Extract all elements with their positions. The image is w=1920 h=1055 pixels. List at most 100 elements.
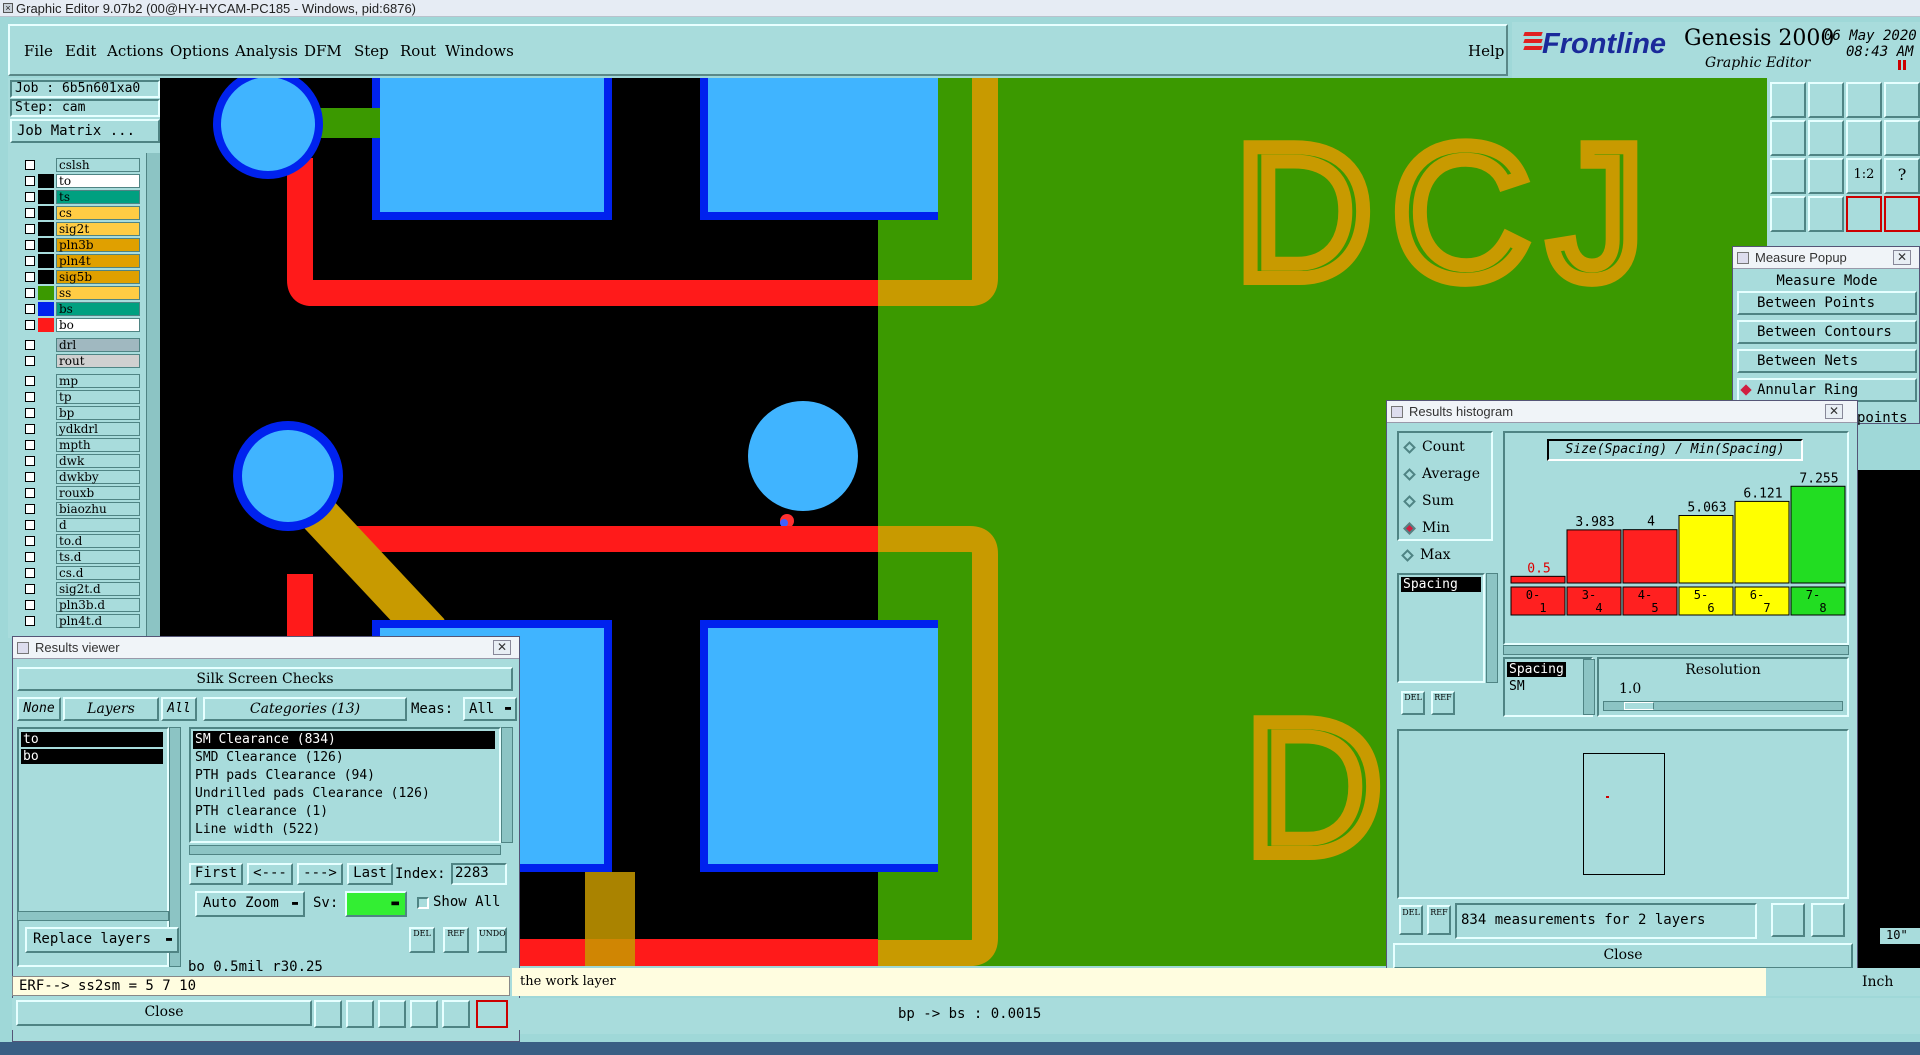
menu-analysis[interactable]: Analysis — [235, 42, 298, 60]
layer-row[interactable]: ss — [22, 286, 140, 300]
layer-row[interactable]: to — [22, 174, 140, 188]
window-icon[interactable] — [1884, 82, 1920, 118]
layer-row[interactable]: bp — [22, 406, 140, 420]
category-list[interactable]: SM Clearance (834) SMD Clearance (126) P… — [189, 727, 501, 843]
layer-checkbox[interactable] — [25, 376, 35, 386]
redo-icon[interactable] — [1846, 120, 1882, 156]
histogram-bar[interactable] — [1622, 529, 1678, 584]
menu-help[interactable]: Help — [1468, 42, 1504, 60]
report-icon[interactable] — [442, 1000, 470, 1028]
layer-checkbox[interactable] — [25, 256, 35, 266]
layer-row[interactable]: cs.d — [22, 566, 140, 580]
scale-1-2-icon[interactable]: 1:2 — [1846, 158, 1882, 194]
list-item[interactable]: Undrilled pads Clearance (126) — [191, 785, 499, 803]
mode-between-points[interactable]: Between Points — [1737, 291, 1917, 315]
mode-annular-ring[interactable]: Annular Ring — [1737, 378, 1917, 402]
histogram-bar[interactable] — [1510, 575, 1566, 584]
layer-row[interactable]: ydkdrl — [22, 422, 140, 436]
layer-checkbox[interactable] — [25, 288, 35, 298]
list-item[interactable]: to — [21, 732, 163, 747]
option-average[interactable]: Average — [1403, 466, 1480, 482]
mode-between-contours[interactable]: Between Contours — [1737, 320, 1917, 344]
histogram-icon[interactable] — [476, 1000, 508, 1028]
menu-actions[interactable]: Actions — [107, 42, 163, 60]
layer-checkbox[interactable] — [25, 520, 35, 530]
list-item[interactable]: SM Clearance (834) — [193, 731, 495, 749]
auto-zoom-select[interactable]: Auto Zoom ▬ — [195, 891, 305, 917]
del-button[interactable]: DEL — [1399, 905, 1423, 935]
layer-row[interactable]: rout — [22, 354, 140, 368]
menu-file[interactable]: File — [24, 42, 53, 60]
category-scrollbar[interactable] — [501, 727, 513, 843]
del-button[interactable]: DEL — [409, 927, 435, 953]
layer-row[interactable]: mp — [22, 374, 140, 388]
home-icon[interactable] — [1846, 82, 1882, 118]
histogram-bar[interactable] — [1566, 529, 1622, 584]
layer-row[interactable]: bs — [22, 302, 140, 316]
check-header[interactable]: Silk Screen Checks — [17, 667, 513, 691]
layer-row[interactable]: rouxb — [22, 486, 140, 500]
zoom-home-icon[interactable] — [1770, 82, 1806, 118]
layer-checkbox[interactable] — [25, 304, 35, 314]
layers-button[interactable]: Layers — [63, 697, 159, 721]
option-count[interactable]: Count — [1403, 439, 1465, 455]
layer-row[interactable]: pln4t — [22, 254, 140, 268]
del-button[interactable]: DEL — [1401, 691, 1425, 715]
layer-checkbox[interactable] — [25, 584, 35, 594]
layer-row[interactable]: dwk — [22, 454, 140, 468]
layer-row[interactable]: ts.d — [22, 550, 140, 564]
layer-scrollbar[interactable] — [146, 153, 160, 638]
histogram-bar[interactable] — [1734, 500, 1790, 584]
layer-checkbox[interactable] — [25, 340, 35, 350]
tool-icon[interactable] — [1770, 196, 1806, 232]
slider-thumb[interactable] — [1624, 702, 1654, 710]
layer-row[interactable]: ts — [22, 190, 140, 204]
ref-button[interactable]: REF — [443, 927, 469, 953]
chart-scrollbar[interactable] — [1503, 645, 1849, 655]
list-item[interactable]: bo — [21, 749, 163, 764]
layer-checkbox[interactable] — [25, 176, 35, 186]
categories-button[interactable]: Categories (13) — [203, 697, 407, 721]
layer-row[interactable]: sig5b — [22, 270, 140, 284]
layer-row[interactable]: pln3b — [22, 238, 140, 252]
list-item[interactable]: SMD Clearance (126) — [191, 749, 499, 767]
list-item[interactable]: Spacing — [1401, 577, 1481, 592]
layer-row[interactable]: cslsh — [22, 158, 140, 172]
last-button[interactable]: Last — [347, 863, 393, 885]
index-field[interactable]: 2283 — [451, 863, 507, 885]
option-sum[interactable]: Sum — [1403, 493, 1454, 509]
layer-row[interactable]: biaozhu — [22, 502, 140, 516]
grid-icon[interactable] — [1808, 196, 1844, 232]
layer-list-hscroll[interactable] — [17, 911, 169, 921]
category-hscroll[interactable] — [189, 845, 501, 855]
menu-step[interactable]: Step — [354, 42, 389, 60]
zoom-in-icon[interactable] — [1808, 82, 1844, 118]
layer-row[interactable]: cs — [22, 206, 140, 220]
layer-checkbox[interactable] — [25, 408, 35, 418]
menu-rout[interactable]: Rout — [400, 42, 436, 60]
layer-checkbox[interactable] — [25, 616, 35, 626]
meas-select[interactable]: All ▬ — [463, 697, 517, 721]
pan-left-icon[interactable] — [1770, 120, 1806, 156]
resolution-slider[interactable] — [1603, 701, 1843, 711]
option-max[interactable]: Max — [1401, 547, 1451, 563]
all-button[interactable]: All — [161, 697, 197, 721]
filter-icon[interactable] — [378, 1000, 406, 1028]
histogram-chart-icon[interactable] — [1771, 903, 1805, 937]
layer-checkbox[interactable] — [25, 488, 35, 498]
film-icon[interactable] — [346, 1000, 374, 1028]
export-icon[interactable] — [410, 1000, 438, 1028]
layer-checkbox[interactable] — [25, 192, 35, 202]
layer-row[interactable]: pln4t.d — [22, 614, 140, 628]
menu-dfm[interactable]: DFM — [304, 42, 342, 60]
mode-between-nets[interactable]: Between Nets — [1737, 349, 1917, 373]
layer-row[interactable]: dwkby — [22, 470, 140, 484]
help-icon[interactable]: ? — [1884, 158, 1920, 194]
fit-icon[interactable] — [1770, 158, 1806, 194]
layer-checkbox[interactable] — [25, 320, 35, 330]
layer-checkbox[interactable] — [25, 272, 35, 282]
layer-row[interactable]: tp — [22, 390, 140, 404]
list-item[interactable]: Line width (522) — [191, 821, 499, 839]
next-button[interactable]: ---> — [297, 863, 343, 885]
undo-button[interactable]: UNDO — [477, 927, 507, 953]
